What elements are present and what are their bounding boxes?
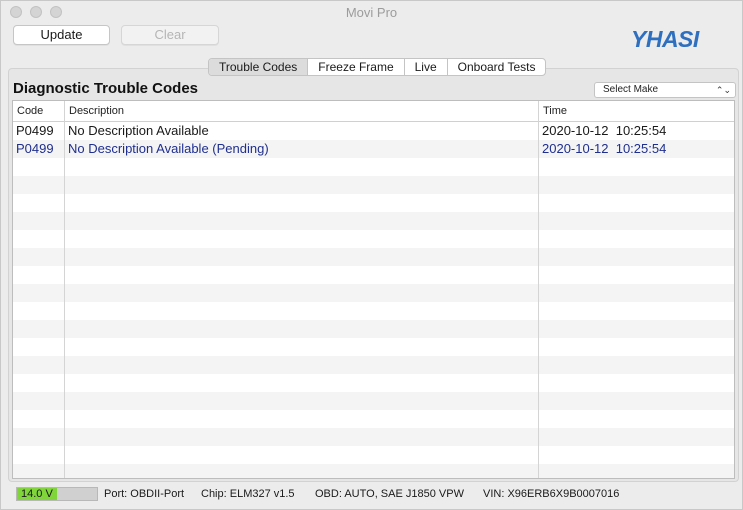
tab-onboard-tests[interactable]: Onboard Tests [448, 59, 546, 75]
page-title: Diagnostic Trouble Codes [13, 80, 199, 97]
chip-status: Chip: ELM327 v1.5 [201, 488, 295, 500]
voltage-value: 14.0 V [21, 488, 53, 500]
row-time: 2020-10-12 10:25:54 [542, 123, 667, 138]
row-description: No Description Available [68, 123, 209, 138]
tab-live[interactable]: Live [405, 59, 448, 75]
column-header-code[interactable]: Code [13, 101, 65, 122]
clear-button[interactable]: Clear [121, 25, 219, 45]
tab-freeze-frame[interactable]: Freeze Frame [308, 59, 405, 75]
table-row[interactable]: P0499 No Description Available (Pending)… [13, 140, 734, 158]
column-header-time[interactable]: Time [539, 101, 734, 122]
tab-trouble-codes[interactable]: Trouble Codes [209, 59, 309, 75]
tab-bar: Trouble Codes Freeze Frame Live Onboard … [208, 58, 547, 76]
select-make-dropdown[interactable]: Select Make ⌃⌄ [594, 82, 736, 98]
row-description: No Description Available (Pending) [68, 141, 269, 156]
trouble-codes-table: Code Description Time P0499 No Descripti… [12, 100, 735, 479]
row-code: P0499 [16, 123, 54, 138]
table-row[interactable]: P0499 No Description Available 2020-10-1… [13, 122, 734, 140]
column-header-description[interactable]: Description [65, 101, 539, 122]
vin-status: VIN: X96ERB6X9B0007016 [483, 488, 620, 500]
table-body-background [13, 122, 734, 478]
select-make-value: Select Make [603, 84, 659, 95]
row-time: 2020-10-12 10:25:54 [542, 141, 667, 156]
window-title: Movi Pro [345, 5, 398, 20]
port-status: Port: OBDII-Port [104, 488, 185, 500]
voltage-meter: 14.0 V [16, 487, 98, 501]
chevron-up-down-icon: ⌃⌄ [715, 85, 731, 95]
logo-text: YHASI [631, 27, 700, 49]
update-button[interactable]: Update [13, 25, 110, 45]
row-code: P0499 [16, 141, 54, 156]
app-window: Movi Pro Update Clear YHASI Trouble Code… [0, 0, 743, 510]
title-bar: Movi Pro [1, 1, 742, 23]
table-header: Code Description Time [13, 101, 734, 122]
yhasi-logo: YHASI [631, 27, 700, 49]
obd-status: OBD: AUTO, SAE J1850 VPW [315, 488, 464, 500]
status-bar: 14.0 V Port: OBDII-Port Chip: ELM327 v1.… [1, 484, 742, 506]
